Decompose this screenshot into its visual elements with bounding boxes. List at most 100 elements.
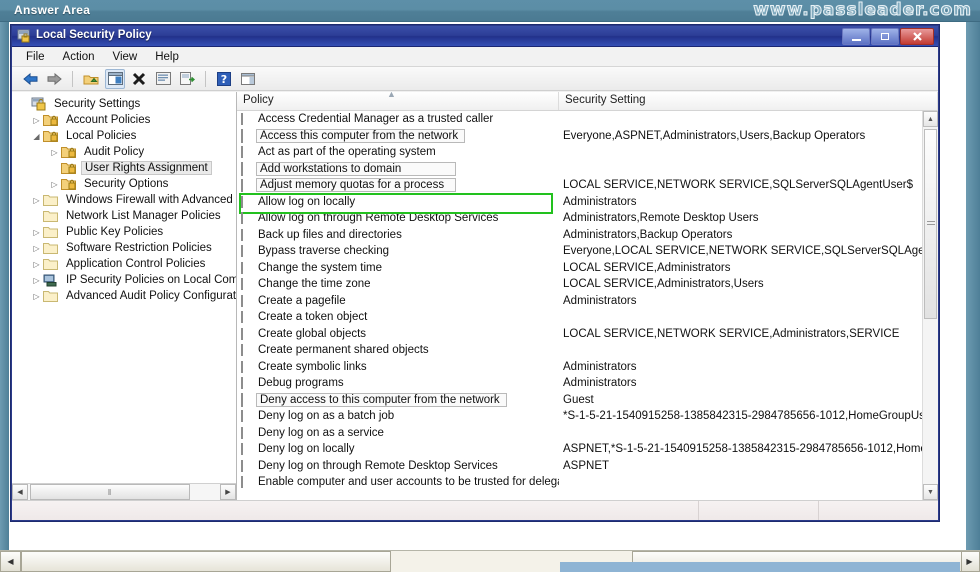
table-row[interactable]: Create a token object	[237, 309, 922, 326]
tree-item-network-list-manager-policies[interactable]: Network List Manager Policies	[16, 208, 236, 224]
tree-item-label: Advanced Audit Policy Configuration	[66, 290, 236, 302]
scroll-track[interactable]: ‖	[28, 484, 220, 500]
up-one-level-icon[interactable]	[81, 69, 101, 89]
menu-item-action[interactable]: Action	[63, 51, 95, 63]
table-row[interactable]: Access this computer from the network Eve…	[237, 128, 922, 145]
show-console-tree-icon[interactable]	[105, 68, 125, 89]
chevron-right-icon[interactable]: ▷	[30, 260, 43, 269]
table-row[interactable]: Change the time zone LOCAL SERVICE,Admini…	[237, 276, 922, 293]
export-list-icon[interactable]	[177, 69, 197, 89]
view-icon[interactable]	[238, 69, 258, 89]
page-scroll-right-button[interactable]: ▶	[959, 551, 980, 572]
tree-item-ip-security-policies[interactable]: ▷ IP Security Policies on Local Compute	[16, 272, 236, 288]
folder-lock-icon	[43, 129, 59, 143]
security-setting-cell: Guest	[563, 393, 594, 406]
chevron-right-icon[interactable]: ▷	[30, 292, 43, 301]
table-row[interactable]: Enable computer and user accounts to be …	[237, 474, 922, 491]
tree-item-local-policies[interactable]: ◢ Local Policies	[16, 128, 236, 144]
policy-icon	[241, 113, 252, 126]
policy-name-label: Change the time zone	[258, 278, 371, 291]
tree-item-label: Windows Firewall with Advanced Secu	[66, 194, 236, 206]
tree-item-security-options[interactable]: ▷ Security Options	[16, 176, 236, 192]
scroll-down-button[interactable]: ▼	[923, 484, 938, 500]
back-icon[interactable]	[20, 69, 40, 89]
page-scroll-left-button[interactable]: ◀	[0, 551, 21, 572]
table-row[interactable]: Allow log on locally Administrators	[237, 192, 922, 213]
table-row[interactable]: Deny log on as a batch job *S-1-5-21-1540…	[237, 408, 922, 425]
scroll-up-button[interactable]: ▲	[923, 111, 938, 127]
tree-item-account-policies[interactable]: ▷ Account Policies	[16, 112, 236, 128]
policy-name-label: Adjust memory quotas for a process	[256, 178, 456, 193]
close-button[interactable]	[900, 28, 934, 45]
minimize-button[interactable]	[842, 28, 870, 45]
chevron-right-icon[interactable]: ▷	[30, 244, 43, 253]
tree-item-security-settings[interactable]: Security Settings	[16, 96, 236, 112]
table-row[interactable]: Create symbolic links Administrators	[237, 359, 922, 376]
chevron-right-icon[interactable]: ▷	[30, 276, 43, 285]
tree-item-audit-policy[interactable]: ▷ Audit Policy	[16, 144, 236, 160]
help-icon[interactable]: ?	[214, 69, 234, 89]
table-row[interactable]: Deny access to this computer from the ne…	[237, 392, 922, 409]
local-security-policy-window: Local Security Policy File Action View H…	[11, 25, 939, 521]
properties-icon[interactable]	[153, 69, 173, 89]
policy-icon	[241, 245, 252, 258]
table-row[interactable]: Allow log on through Remote Desktop Serv…	[237, 210, 922, 227]
scroll-thumb-vertical[interactable]	[924, 129, 937, 319]
table-row[interactable]: Access Credential Manager as a trusted c…	[237, 111, 922, 128]
table-row[interactable]: Act as part of the operating system	[237, 144, 922, 161]
table-row[interactable]: Deny log on as a service	[237, 425, 922, 442]
forward-icon[interactable]	[44, 69, 64, 89]
tree-item-label: Audit Policy	[84, 146, 145, 158]
scroll-thumb[interactable]: ‖	[30, 484, 190, 500]
scroll-left-button[interactable]: ◀	[12, 484, 28, 500]
folder-icon	[43, 209, 59, 223]
table-row[interactable]: Change the system time LOCAL SERVICE,Admi…	[237, 260, 922, 277]
tree-item-advanced-audit-policy-configuration[interactable]: ▷ Advanced Audit Policy Configuration	[16, 288, 236, 304]
page-scroll-thumb[interactable]	[21, 551, 391, 572]
table-row[interactable]: Deny log on through Remote Desktop Servi…	[237, 458, 922, 475]
table-row[interactable]: Add workstations to domain	[237, 161, 922, 178]
column-header-security-setting[interactable]: Security Setting	[559, 92, 938, 110]
table-row[interactable]: Adjust memory quotas for a process LOCAL …	[237, 177, 922, 194]
menu-item-file[interactable]: File	[26, 51, 45, 63]
policy-name-cell: Create a token object	[237, 311, 559, 324]
table-row[interactable]: Back up files and directories Administrat…	[237, 227, 922, 244]
table-row[interactable]: Create global objects LOCAL SERVICE,NETWO…	[237, 326, 922, 343]
tree-item-application-control-policies[interactable]: ▷ Application Control Policies	[16, 256, 236, 272]
policy-name-label: Act as part of the operating system	[258, 146, 436, 159]
tree-item-public-key-policies[interactable]: ▷ Public Key Policies	[16, 224, 236, 240]
column-header-policy[interactable]: Policy ▲	[237, 92, 559, 110]
chevron-right-icon[interactable]: ▷	[30, 116, 43, 125]
chevron-right-icon[interactable]: ▷	[30, 228, 43, 237]
menu-item-help[interactable]: Help	[155, 51, 179, 63]
security-setting-cell: ASPNET	[563, 459, 610, 472]
chevron-right-icon[interactable]: ▷	[48, 148, 61, 157]
policy-name-label: Create permanent shared objects	[258, 344, 429, 357]
scroll-right-button[interactable]: ▶	[220, 484, 236, 500]
console-tree: Security Settings ▷ Account Policies ◢ L…	[12, 92, 236, 482]
table-row[interactable]: Bypass traverse checking Everyone,LOCAL S…	[237, 243, 922, 260]
table-row[interactable]: Deny log on locally ASPNET,*S-1-5-21-1540…	[237, 441, 922, 458]
policy-name-cell: Create permanent shared objects	[237, 344, 559, 357]
table-row[interactable]: Debug programs Administrators	[237, 375, 922, 392]
policy-name-cell: Create global objects	[237, 327, 559, 340]
policy-icon	[241, 410, 252, 423]
maximize-button[interactable]	[871, 28, 899, 45]
menu-item-view[interactable]: View	[113, 51, 138, 63]
table-row[interactable]: Create a pagefile Administrators	[237, 293, 922, 310]
tree-horizontal-scrollbar[interactable]: ◀ ‖ ▶	[12, 483, 236, 500]
policy-icon	[241, 311, 252, 324]
policy-icon	[241, 377, 252, 390]
chevron-down-icon[interactable]: ◢	[30, 132, 43, 141]
toolbar-separator-2	[205, 70, 206, 87]
tree-item-user-rights-assignment[interactable]: User Rights Assignment	[16, 160, 236, 176]
tree-item-software-restriction-policies[interactable]: ▷ Software Restriction Policies	[16, 240, 236, 256]
policy-name-label: Create symbolic links	[258, 360, 367, 373]
policy-name-cell: Act as part of the operating system	[237, 146, 559, 159]
list-vertical-scrollbar[interactable]: ▲ ▼	[922, 111, 938, 500]
delete-icon[interactable]	[129, 69, 149, 89]
tree-item-windows-firewall[interactable]: ▷ Windows Firewall with Advanced Secu	[16, 192, 236, 208]
chevron-right-icon[interactable]: ▷	[48, 180, 61, 189]
chevron-right-icon[interactable]: ▷	[30, 196, 43, 205]
table-row[interactable]: Create permanent shared objects	[237, 342, 922, 359]
